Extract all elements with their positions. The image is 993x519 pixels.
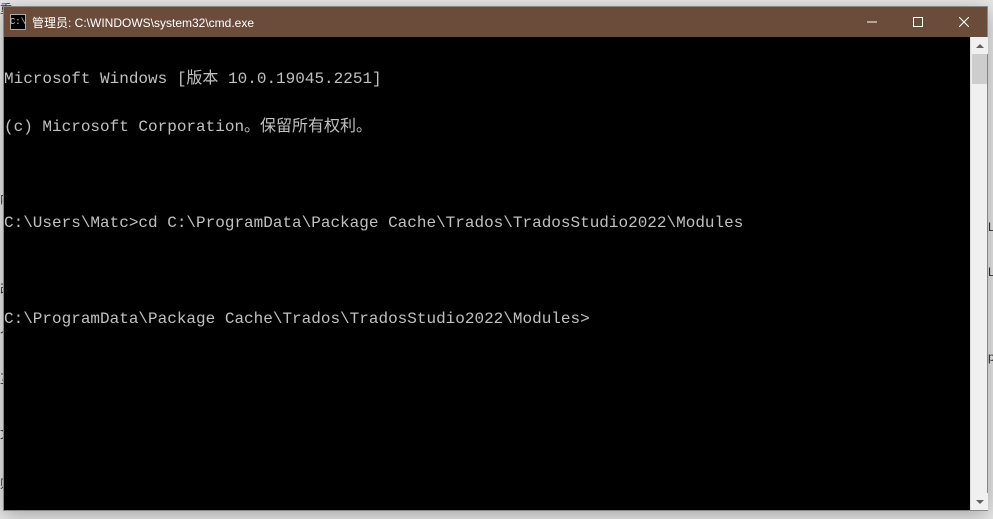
chevron-down-icon <box>976 500 984 504</box>
bg-text: L <box>988 265 993 279</box>
window-controls <box>849 7 987 37</box>
terminal-line: C:\ProgramData\Package Cache\Trados\Trad… <box>4 311 970 327</box>
bg-text: L <box>988 220 993 234</box>
cmd-icon-label: C:\ <box>10 17 26 27</box>
scroll-thumb[interactable] <box>972 54 987 84</box>
terminal-line: C:\Users\Matc>cd C:\ProgramData\Package … <box>4 215 970 231</box>
vertical-scrollbar[interactable] <box>970 37 987 510</box>
cmd-window: C:\ 管理员: C:\WINDOWS\system32\cmd.exe Mic… <box>3 6 988 511</box>
terminal-line <box>4 263 970 279</box>
maximize-button[interactable] <box>895 7 941 37</box>
maximize-icon <box>913 17 923 27</box>
terminal-area: Microsoft Windows [版本 10.0.19045.2251] (… <box>4 37 987 510</box>
terminal-content[interactable]: Microsoft Windows [版本 10.0.19045.2251] (… <box>4 37 970 510</box>
terminal-line: (c) Microsoft Corporation。保留所有权利。 <box>4 119 970 135</box>
terminal-line <box>4 167 970 183</box>
close-icon <box>959 17 969 27</box>
title-bar[interactable]: C:\ 管理员: C:\WINDOWS\system32\cmd.exe <box>4 7 987 37</box>
cmd-icon: C:\ <box>10 14 26 30</box>
scroll-up-button[interactable] <box>971 37 988 54</box>
minimize-button[interactable] <box>849 7 895 37</box>
bg-text: p <box>988 350 993 364</box>
scroll-down-button[interactable] <box>971 493 988 510</box>
minimize-icon <box>867 17 877 27</box>
terminal-line: Microsoft Windows [版本 10.0.19045.2251] <box>4 71 970 87</box>
close-button[interactable] <box>941 7 987 37</box>
chevron-up-icon <box>976 44 984 48</box>
window-title: 管理员: C:\WINDOWS\system32\cmd.exe <box>32 14 849 31</box>
